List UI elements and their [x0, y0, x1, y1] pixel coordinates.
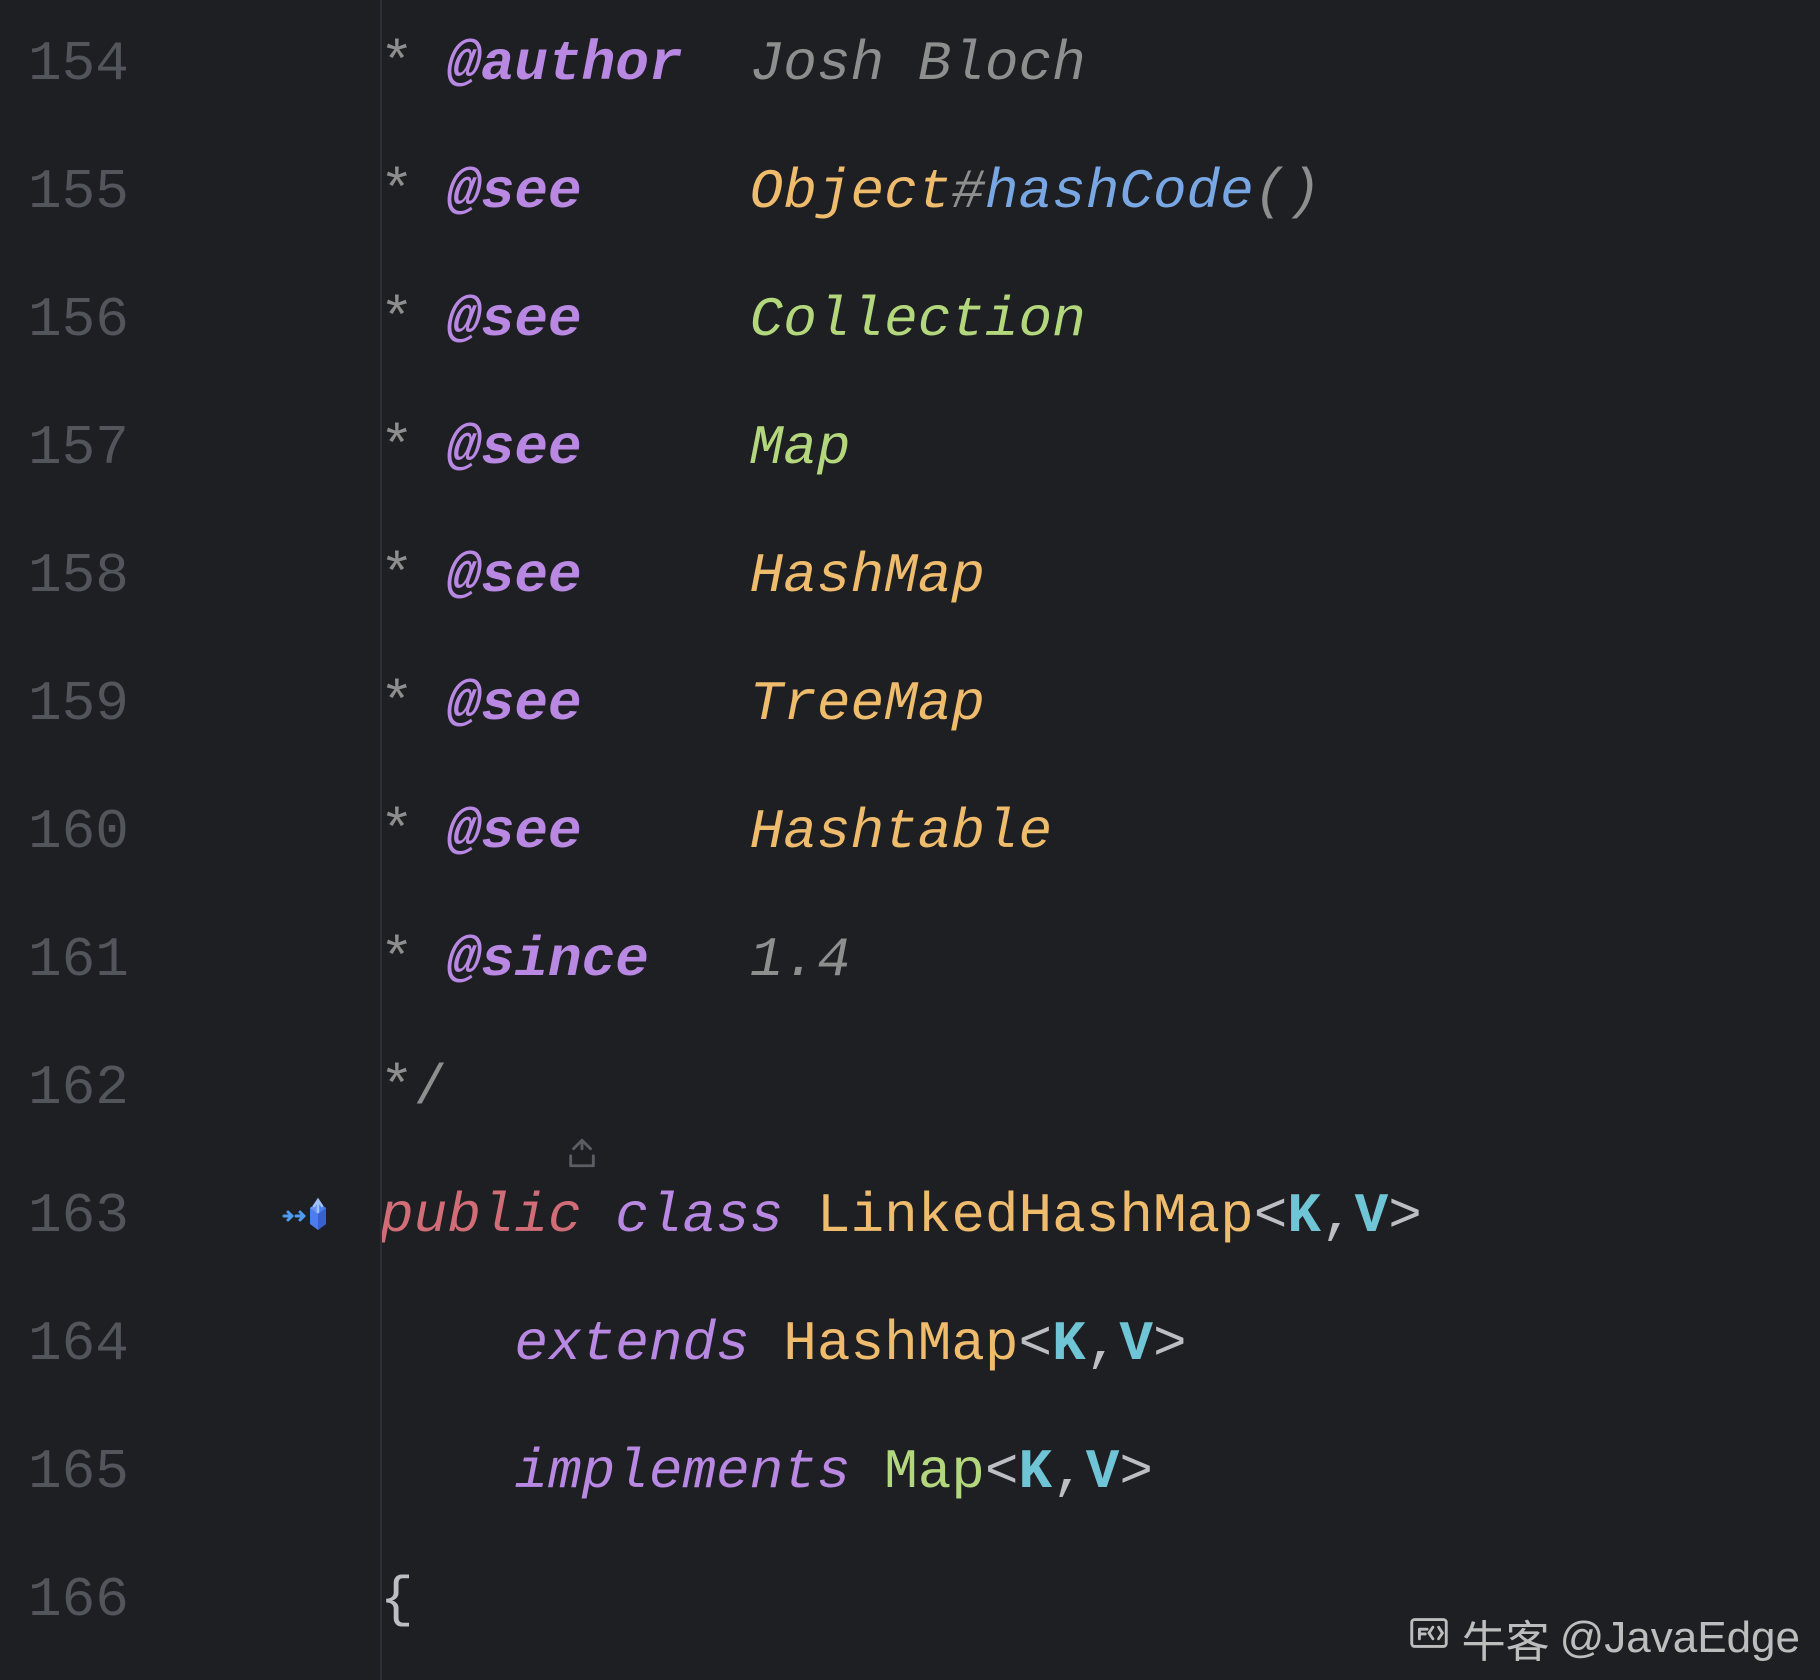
code-line[interactable]: 155 * @see Object#hashCode() [0, 128, 1820, 256]
code-token: class [615, 1184, 817, 1248]
code-line[interactable]: 163 public class LinkedHashMap<K,V> [0, 1152, 1820, 1280]
line-number: 156 [0, 292, 210, 348]
watermark: 牛客@JavaEdge [1406, 1606, 1800, 1670]
code-token: implements [514, 1440, 884, 1504]
javadoc-star: * [380, 800, 447, 864]
line-number: 154 [0, 36, 210, 92]
line-number: 161 [0, 932, 210, 988]
code-token: # [951, 160, 985, 224]
code-line[interactable]: 165 implements Map<K,V> [0, 1408, 1820, 1536]
code-line[interactable]: 159 * @see TreeMap [0, 640, 1820, 768]
line-number: 165 [0, 1444, 210, 1500]
comment-close: */ [380, 1056, 447, 1120]
code-token: K [1019, 1440, 1053, 1504]
code-token: K [1052, 1312, 1086, 1376]
code-token: < [1019, 1312, 1053, 1376]
code-token: < [1254, 1184, 1288, 1248]
javadoc-tag: @see [447, 544, 581, 608]
code-token: < [985, 1440, 1019, 1504]
line-number: 162 [0, 1060, 210, 1116]
code-line[interactable]: 160 * @see Hashtable [0, 768, 1820, 896]
code-line[interactable]: 157 * @see Map [0, 384, 1820, 512]
code-line[interactable]: 156 * @see Collection [0, 256, 1820, 384]
code-line[interactable]: 164 extends HashMap<K,V> [0, 1280, 1820, 1408]
watermark-handle: @JavaEdge [1560, 1613, 1800, 1663]
code-token: V [1355, 1184, 1389, 1248]
code-token: > [1119, 1440, 1153, 1504]
code-token: HashMap [783, 1312, 1018, 1376]
line-number: 158 [0, 548, 210, 604]
brace-open: { [380, 1568, 414, 1632]
code-editor[interactable]: 154 * @author Josh Bloch 155 * @see Object#… [0, 0, 1820, 1680]
line-number: 159 [0, 676, 210, 732]
code-token: > [1388, 1184, 1422, 1248]
line-number: 163 [0, 1188, 210, 1244]
code-line[interactable]: 154 * @author Josh Bloch [0, 0, 1820, 128]
code-token: Hashtable [750, 800, 1052, 864]
watermark-site: 牛客 [1462, 1606, 1550, 1670]
fold-handle-icon[interactable] [296, 1071, 330, 1105]
line-number: 166 [0, 1572, 210, 1628]
code-token: Collection [750, 288, 1086, 352]
javadoc-star: * [380, 160, 447, 224]
code-token: TreeMap [750, 672, 985, 736]
code-token: 1.4 [750, 928, 851, 992]
javadoc-tag: @see [447, 416, 581, 480]
watermark-icon [1406, 1610, 1452, 1667]
code-token: LinkedHashMap [817, 1184, 1254, 1248]
javadoc-star: * [380, 544, 447, 608]
indent-guide [380, 0, 382, 1680]
javadoc-star: * [380, 288, 447, 352]
line-number: 160 [0, 804, 210, 860]
javadoc-star: * [380, 32, 447, 96]
code-token: , [1321, 1184, 1355, 1248]
code-token: , [1086, 1312, 1120, 1376]
javadoc-tag: @see [447, 288, 581, 352]
code-token: Map [884, 1440, 985, 1504]
class-gutter-icon[interactable] [282, 1192, 330, 1240]
javadoc-tag: @author [447, 32, 682, 96]
javadoc-tag: @see [447, 800, 581, 864]
code-token: V [1119, 1312, 1153, 1376]
code-token: Map [750, 416, 851, 480]
code-token: extends [514, 1312, 783, 1376]
javadoc-tag: @since [447, 928, 649, 992]
javadoc-star: * [380, 416, 447, 480]
code-token: HashMap [750, 544, 985, 608]
javadoc-star: * [380, 672, 447, 736]
code-token: hashCode [985, 160, 1254, 224]
code-line[interactable]: 158 * @see HashMap [0, 512, 1820, 640]
code-token: K [1287, 1184, 1321, 1248]
code-line[interactable]: 162 */ [0, 1024, 1820, 1152]
code-token: , [1052, 1440, 1086, 1504]
line-number: 164 [0, 1316, 210, 1372]
code-token: Object [750, 160, 952, 224]
code-token: > [1153, 1312, 1187, 1376]
javadoc-star: * [380, 928, 447, 992]
code-line[interactable]: 161 * @since 1.4 [0, 896, 1820, 1024]
javadoc-tag: @see [447, 672, 581, 736]
line-number: 157 [0, 420, 210, 476]
code-token: V [1086, 1440, 1120, 1504]
line-number: 155 [0, 164, 210, 220]
javadoc-tag: @see [447, 160, 581, 224]
code-token: () [1254, 160, 1321, 224]
code-token: Josh Bloch [750, 32, 1086, 96]
